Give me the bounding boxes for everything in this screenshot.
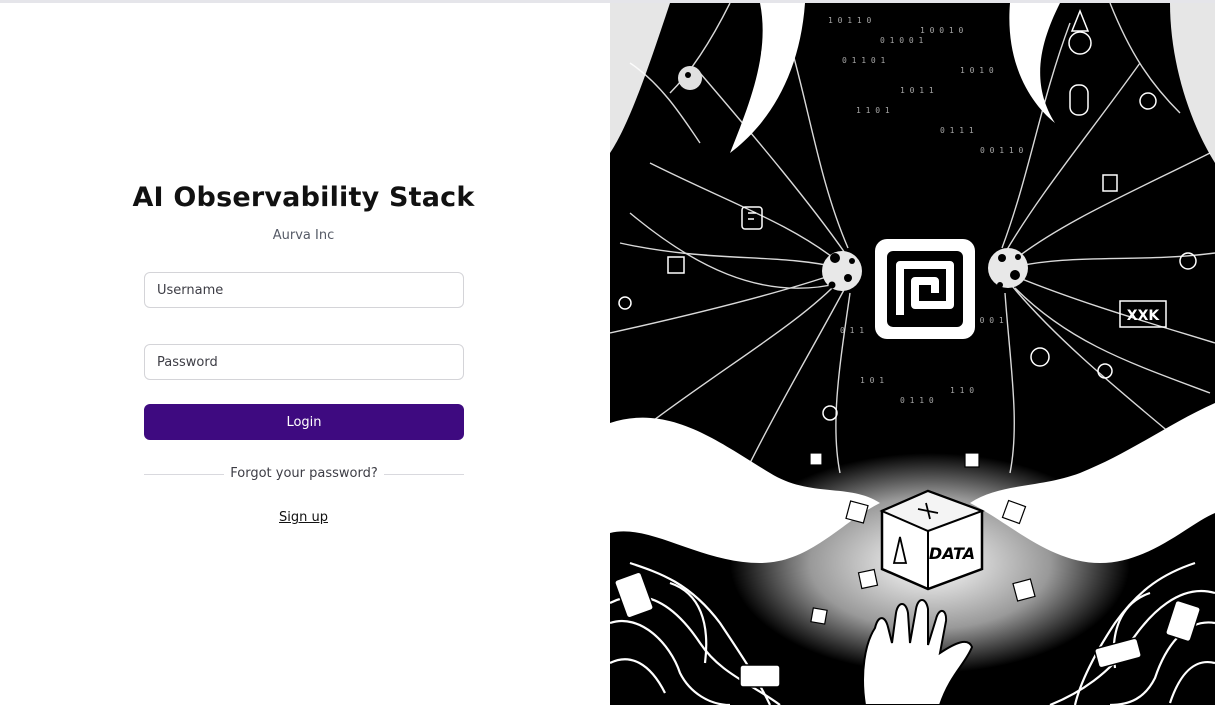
- xxk-glyph-label: XXK: [1127, 308, 1161, 324]
- neuron-cluster-right: [988, 248, 1028, 288]
- svg-text:0 1 1 1: 0 1 1 1: [940, 126, 974, 135]
- svg-text:1 1 0 1: 1 1 0 1: [856, 106, 890, 115]
- hero-illustration: 1 0 1 1 0 0 1 1 0 1 1 1 0 1 0 1 0 0 1 1 …: [610, 3, 1215, 705]
- brand-logo-icon: [875, 239, 975, 339]
- svg-text:0 1 0 0 1: 0 1 0 0 1: [880, 36, 924, 45]
- forgot-password-row: Forgot your password?: [144, 466, 464, 482]
- svg-text:1 1 0: 1 1 0: [950, 386, 974, 395]
- password-input[interactable]: [144, 344, 464, 380]
- signup-link[interactable]: Sign up: [279, 510, 328, 525]
- svg-text:1 0 1 1: 1 0 1 1: [900, 86, 934, 95]
- svg-text:1 0 1 0: 1 0 1 0: [960, 66, 994, 75]
- svg-text:0 1 1 0 1: 0 1 1 0 1: [842, 56, 886, 65]
- login-panel: AI Observability Stack Aurva Inc Login F…: [0, 3, 610, 705]
- page-title: AI Observability Stack: [132, 182, 475, 213]
- login-button[interactable]: Login: [144, 404, 464, 440]
- svg-text:1 0 0 1: 1 0 0 1: [970, 316, 1004, 325]
- username-input[interactable]: [144, 272, 464, 308]
- svg-text:0 1 1 0: 0 1 1 0: [900, 396, 934, 405]
- svg-text:0 0 1 1 0: 0 0 1 1 0: [980, 146, 1024, 155]
- illustration-svg: 1 0 1 1 0 0 1 1 0 1 1 1 0 1 0 1 0 0 1 1 …: [610, 3, 1215, 705]
- signup-row: Sign up: [0, 510, 607, 525]
- svg-text:1 0 1 1 0: 1 0 1 1 0: [828, 16, 872, 25]
- organization-name: Aurva Inc: [272, 228, 335, 243]
- svg-text:1 0 1: 1 0 1: [860, 376, 884, 385]
- data-cube: DATA: [879, 489, 985, 591]
- forgot-password-label: Forgot your password?: [226, 466, 382, 481]
- data-cube-label: DATA: [929, 544, 975, 563]
- svg-text:1 0 0 1 0: 1 0 0 1 0: [920, 26, 964, 35]
- forgot-password-link[interactable]: Forgot your password?: [144, 466, 464, 482]
